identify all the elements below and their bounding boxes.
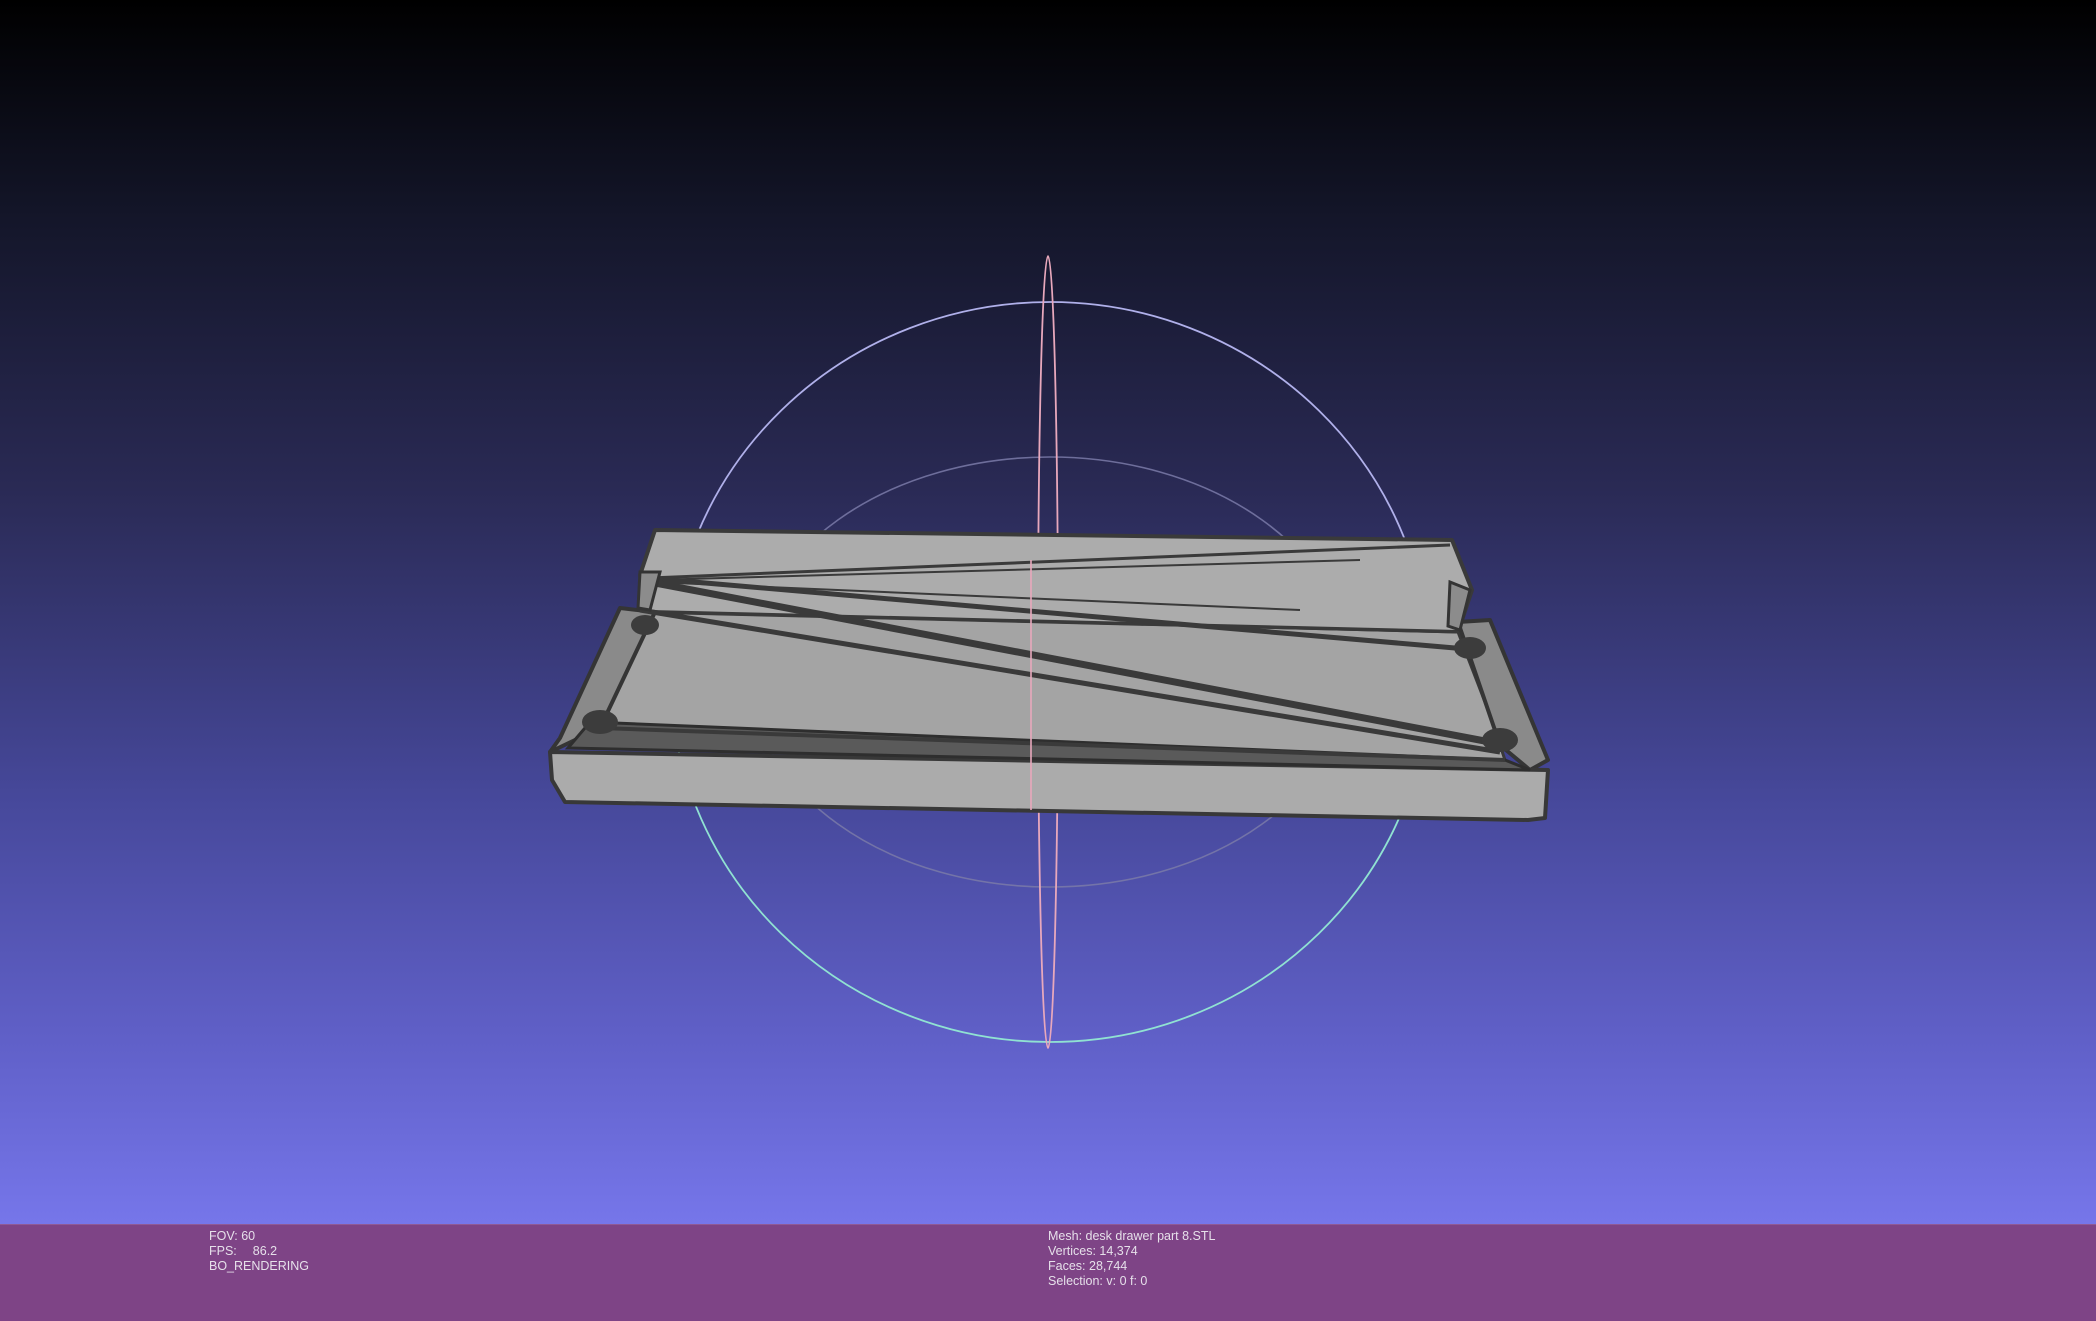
fov-value: 60 xyxy=(241,1229,256,1243)
mesh-name: desk drawer part 8.STL xyxy=(1085,1229,1216,1243)
fps-readout: FPS: 86.2 xyxy=(209,1244,309,1259)
mesh-model[interactable] xyxy=(548,528,1550,822)
mesh-joint-back-left xyxy=(631,615,659,635)
selection-value: v: 0 f: 0 xyxy=(1106,1274,1148,1288)
fps-label: FPS: xyxy=(209,1244,237,1258)
mesh-joint-front-left xyxy=(582,710,618,734)
vertices-value: 14,374 xyxy=(1099,1244,1138,1258)
render-info: FOV: 60 FPS: 86.2 BO_RENDERING xyxy=(209,1229,309,1274)
fov-readout: FOV: 60 xyxy=(209,1229,309,1244)
fps-value: 86.2 xyxy=(252,1244,278,1258)
mesh-info: Mesh: desk drawer part 8.STL Vertices: 1… xyxy=(1048,1229,1215,1289)
vertices-label: Vertices: xyxy=(1048,1244,1096,1258)
status-bar: FOV: 60 FPS: 86.2 BO_RENDERING Mesh: desk… xyxy=(0,1224,2096,1321)
scene-canvas[interactable] xyxy=(0,0,2096,1224)
mesh-joint-front-right xyxy=(1482,728,1518,752)
mesh-joint-back-right xyxy=(1454,637,1486,659)
render-mode: BO_RENDERING xyxy=(209,1259,310,1273)
faces-readout: Faces: 28,744 xyxy=(1048,1259,1215,1274)
mesh-label: Mesh: xyxy=(1048,1229,1083,1243)
3d-viewport[interactable] xyxy=(0,0,2096,1224)
faces-value: 28,744 xyxy=(1089,1259,1128,1273)
mesh-name-readout: Mesh: desk drawer part 8.STL xyxy=(1048,1229,1215,1244)
fov-label: FOV: xyxy=(209,1229,238,1243)
selection-readout: Selection: v: 0 f: 0 xyxy=(1048,1274,1215,1289)
selection-label: Selection: xyxy=(1048,1274,1103,1288)
vertices-readout: Vertices: 14,374 xyxy=(1048,1244,1215,1259)
faces-label: Faces: xyxy=(1048,1259,1086,1273)
